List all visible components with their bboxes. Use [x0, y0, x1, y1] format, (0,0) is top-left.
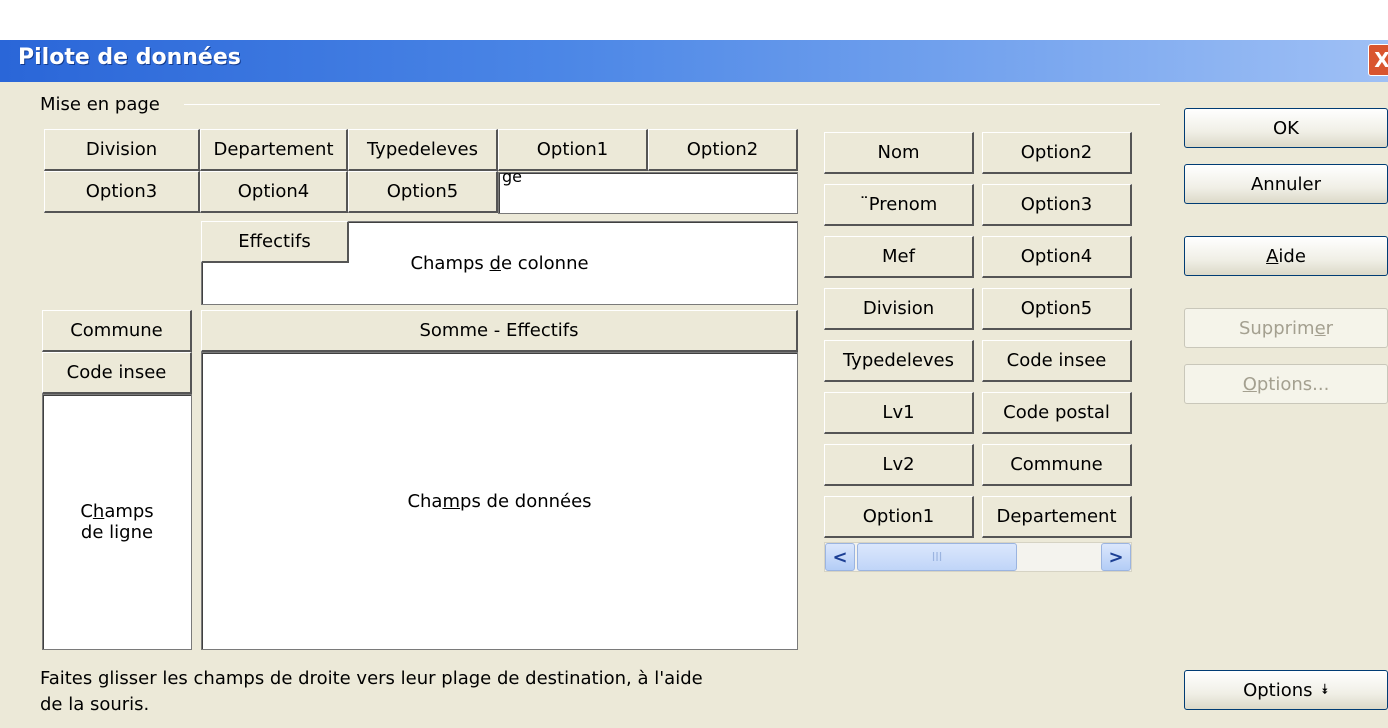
available-field-nom[interactable]: Nom — [824, 132, 974, 174]
available-field-commune[interactable]: Commune — [982, 444, 1132, 486]
data-field-somme-effectifs[interactable]: Somme - Effectifs — [201, 310, 798, 352]
options-button[interactable]: Options... — [1184, 364, 1388, 404]
delete-button[interactable]: Supprimer — [1184, 308, 1388, 348]
scroll-thumb[interactable]: III — [857, 543, 1017, 571]
data-zone-label: Champs de données — [407, 490, 592, 512]
row-field-commune[interactable]: Commune — [42, 310, 192, 352]
available-field-division[interactable]: Division — [824, 288, 974, 330]
delete-button-label: Supprimer — [1238, 317, 1334, 339]
cancel-button[interactable]: Annuler — [1184, 164, 1388, 204]
more-options-button[interactable]: Options ⯯ — [1184, 670, 1388, 710]
page-field-option2[interactable]: Option2 — [648, 129, 798, 171]
title-bar: Pilote de données X — [0, 40, 1388, 82]
fields-scrollbar[interactable]: < III > — [824, 542, 1132, 572]
row-field-code-insee[interactable]: Code insee — [42, 352, 192, 394]
page-field-division[interactable]: Division — [44, 129, 200, 171]
pivot-dialog: Mise en page ge Division Departement Typ… — [0, 82, 1388, 728]
available-field-lv1[interactable]: Lv1 — [824, 392, 974, 434]
page-field-option3[interactable]: Option3 — [44, 171, 200, 213]
page-field-option4[interactable]: Option4 — [200, 171, 348, 213]
available-field-departement[interactable]: Departement — [982, 496, 1132, 538]
page-field-typedeleves[interactable]: Typedeleves — [348, 129, 498, 171]
scroll-right-arrow-icon[interactable]: > — [1101, 543, 1131, 571]
available-field-lv2[interactable]: Lv2 — [824, 444, 974, 486]
double-chevron-down-icon: ⯯ — [1320, 682, 1329, 698]
available-field-option2[interactable]: Option2 — [982, 132, 1132, 174]
available-field-typedeleves[interactable]: Typedeleves — [824, 340, 974, 382]
available-field-code-postal[interactable]: Code postal — [982, 392, 1132, 434]
help-button[interactable]: Aide — [1184, 236, 1388, 276]
data-fields-zone[interactable]: Champs de données — [201, 352, 798, 650]
page-fields-zone[interactable]: ge — [498, 167, 798, 214]
row-fields-zone[interactable]: Champs de ligne — [42, 394, 192, 650]
more-options-label: Options — [1243, 679, 1313, 701]
row-zone-label: Champs de ligne — [80, 501, 154, 543]
help-button-label: Aide — [1266, 245, 1306, 267]
close-button[interactable]: X — [1368, 44, 1388, 76]
page-field-departement[interactable]: Departement — [200, 129, 348, 171]
available-field-mef[interactable]: Mef — [824, 236, 974, 278]
column-zone-label: Champs de colonne — [410, 252, 589, 274]
available-field-option3[interactable]: Option3 — [982, 184, 1132, 226]
available-field-option1[interactable]: Option1 — [824, 496, 974, 538]
page-field-option1[interactable]: Option1 — [498, 129, 648, 171]
window-title: Pilote de données — [18, 45, 241, 70]
layout-group-label: Mise en page — [40, 94, 160, 115]
available-field-option4[interactable]: Option4 — [982, 236, 1132, 278]
available-field-prenom[interactable]: ¨Prenom — [824, 184, 974, 226]
available-field-option5[interactable]: Option5 — [982, 288, 1132, 330]
column-field-effectifs[interactable]: Effectifs — [201, 221, 349, 263]
layout-group-divider — [184, 104, 1160, 105]
options-button-label: Options... — [1242, 373, 1330, 395]
scroll-left-arrow-icon[interactable]: < — [825, 543, 855, 571]
page-field-option5[interactable]: Option5 — [348, 171, 498, 213]
hint-text: Faites glisser les champs de droite vers… — [40, 668, 703, 715]
available-field-code-insee[interactable]: Code insee — [982, 340, 1132, 382]
ok-button[interactable]: OK — [1184, 108, 1388, 148]
